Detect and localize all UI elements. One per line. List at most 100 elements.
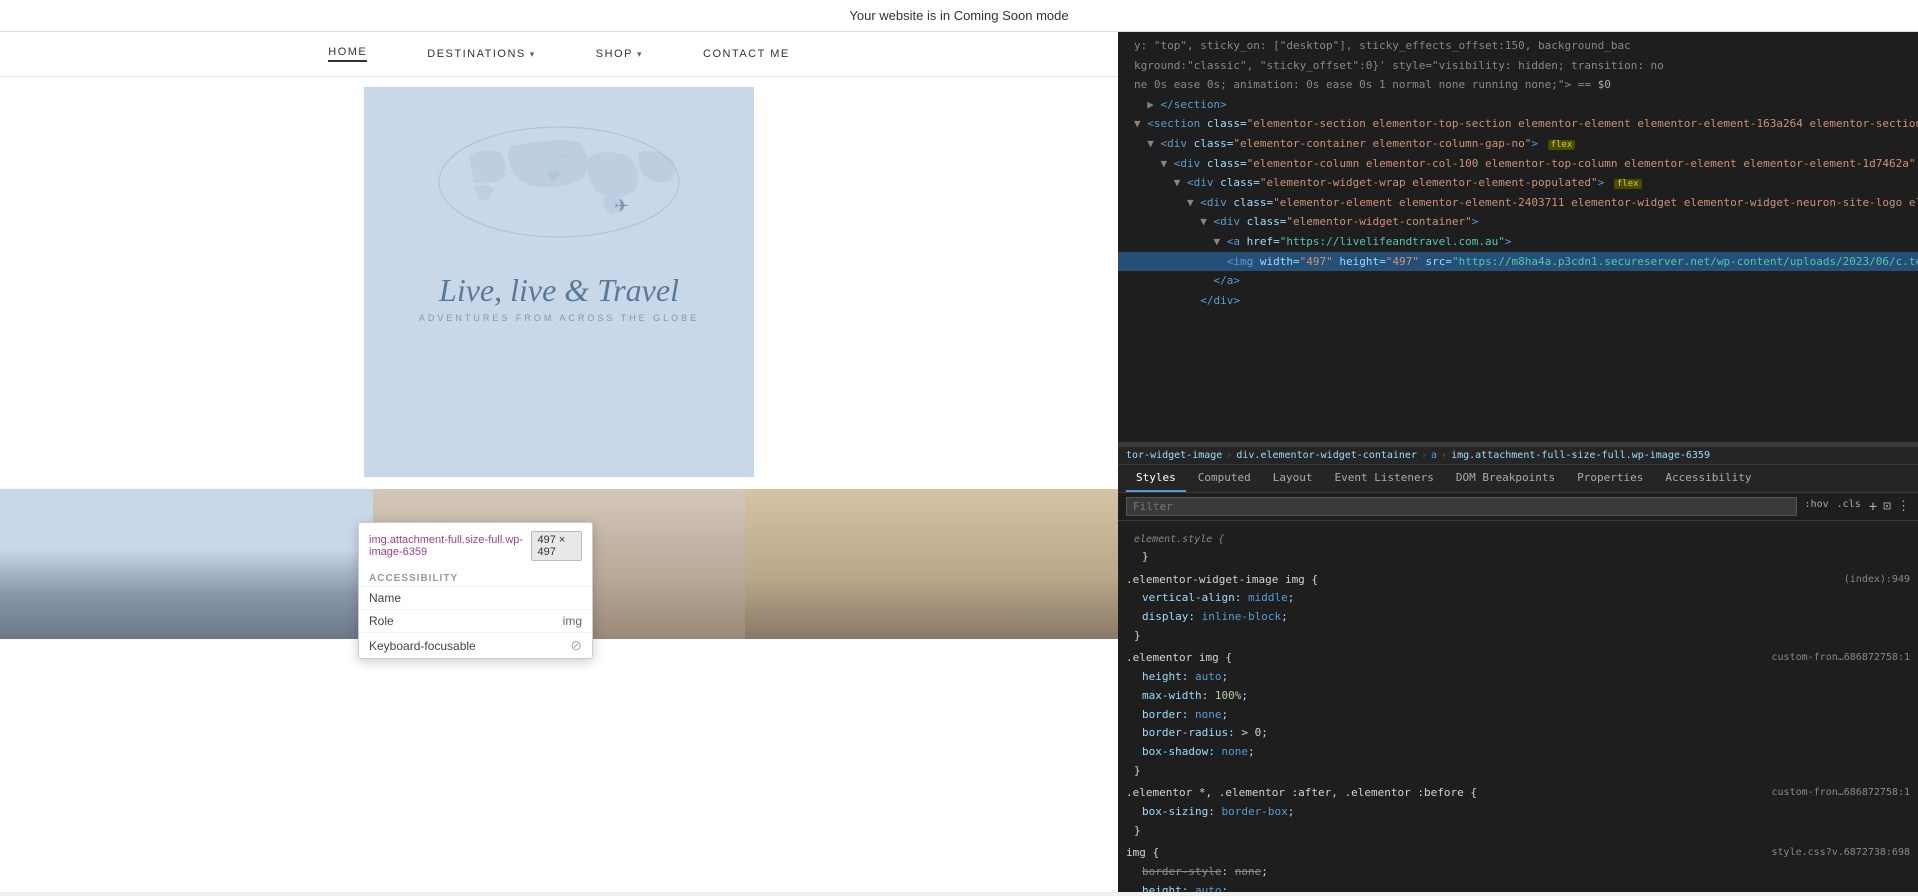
style-prop-box-sizing: box-sizing: border-box; bbox=[1126, 803, 1910, 822]
html-line: kground:"classic", "sticky_offset":0}' s… bbox=[1118, 56, 1918, 76]
html-line: ▶ </section> bbox=[1118, 95, 1918, 115]
bottom-image-right bbox=[745, 489, 1118, 639]
style-source-3: custom-fron…686872758:1 bbox=[1772, 784, 1910, 803]
style-selector-4: img { bbox=[1126, 844, 1159, 863]
style-selector-3: .elementor *, .elementor :after, .elemen… bbox=[1126, 784, 1477, 803]
tab-styles[interactable]: Styles bbox=[1126, 465, 1186, 492]
block-icon: ⊘ bbox=[570, 637, 582, 654]
style-source-2: custom-fron…686872758:1 bbox=[1772, 649, 1910, 668]
breadcrumb-img[interactable]: img.attachment-full-size-full.wp-image-6… bbox=[1451, 450, 1710, 461]
devtools-breadcrumb: tor-widget-image › div.elementor-widget-… bbox=[1118, 446, 1918, 464]
style-rule-widget-image: .elementor-widget-image img { (index):94… bbox=[1118, 569, 1918, 648]
html-line: ne 0s ease 0s; animation: 0s ease 0s 1 n… bbox=[1118, 75, 1918, 95]
style-selector-1: .elementor-widget-image img { bbox=[1126, 571, 1318, 590]
tab-computed[interactable]: Computed bbox=[1188, 465, 1261, 492]
element-style-close: } bbox=[1126, 548, 1910, 567]
element-style-label: element.style { bbox=[1126, 527, 1910, 548]
tab-event-listeners[interactable]: Event Listeners bbox=[1324, 465, 1443, 492]
devtools-filter-bar: :hov .cls + ⊡ ⋮ bbox=[1118, 493, 1918, 521]
tooltip-role-value: img bbox=[563, 614, 582, 628]
cls-label[interactable]: .cls bbox=[1837, 499, 1861, 515]
filter-input[interactable] bbox=[1126, 497, 1797, 516]
html-line: </div> bbox=[1118, 291, 1918, 311]
chevron-down-icon-2: ▾ bbox=[637, 49, 643, 60]
breadcrumb-widget[interactable]: tor-widget-image bbox=[1126, 450, 1222, 461]
html-line: </a> bbox=[1118, 271, 1918, 291]
nav-destinations-label: DESTINATIONS bbox=[427, 48, 525, 60]
copy-style-icon[interactable]: ⊡ bbox=[1883, 499, 1891, 515]
style-prop-height2: height: auto; bbox=[1126, 882, 1910, 892]
element-style-rule: element.style { } bbox=[1118, 525, 1918, 569]
style-source-1: (index):949 bbox=[1844, 571, 1910, 590]
style-rule-elementor-img: .elementor img { custom-fron…686872758:1… bbox=[1118, 647, 1918, 782]
hero-logo-text: Live, live & Travel bbox=[439, 272, 679, 309]
tooltip-keyboard-label: Keyboard-focusable bbox=[369, 639, 476, 653]
bottom-image-left bbox=[0, 489, 373, 639]
style-selector-2: .elementor img { bbox=[1126, 649, 1232, 668]
tooltip-accessibility-title: ACCESSIBILITY bbox=[359, 569, 592, 586]
devtools-styles-area: element.style { } .elementor-widget-imag… bbox=[1118, 521, 1918, 892]
style-source-4: style.css?v.6872738:698 bbox=[1772, 844, 1910, 863]
nav-home-label: HOME bbox=[328, 46, 367, 58]
tab-dom-breakpoints[interactable]: DOM Breakpoints bbox=[1446, 465, 1565, 492]
tooltip-name-label: Name bbox=[369, 591, 401, 605]
site-preview: HOME DESTINATIONS ▾ SHOP ▾ CONTACT ME bbox=[0, 32, 1118, 892]
style-prop-vertical-align: vertical-align: middle; bbox=[1126, 589, 1910, 608]
tooltip-row-name: Name bbox=[359, 586, 592, 609]
tab-layout[interactable]: Layout bbox=[1263, 465, 1323, 492]
site-nav: HOME DESTINATIONS ▾ SHOP ▾ CONTACT ME bbox=[0, 32, 1118, 77]
style-prop-height: height: auto; bbox=[1126, 668, 1910, 687]
more-style-icon[interactable]: ⋮ bbox=[1897, 499, 1910, 515]
breadcrumb-container[interactable]: div.elementor-widget-container bbox=[1236, 450, 1417, 461]
devtools-panel: y: "top", sticky_on: ["desktop"], sticky… bbox=[1118, 32, 1918, 892]
tab-accessibility[interactable]: Accessibility bbox=[1655, 465, 1761, 492]
tab-properties[interactable]: Properties bbox=[1567, 465, 1653, 492]
style-prop-border-radius: border-radius: > 0; bbox=[1126, 724, 1910, 743]
html-line: ▼ <div class="elementor-widget-container… bbox=[1118, 212, 1918, 232]
tooltip-role-label: Role bbox=[369, 614, 394, 628]
html-line: ▼ <div class="elementor-column elementor… bbox=[1118, 154, 1918, 174]
nav-item-destinations[interactable]: DESTINATIONS ▾ bbox=[427, 48, 536, 60]
html-line: ▼ <div class="elementor-element elemento… bbox=[1118, 193, 1918, 213]
top-bar: Your website is in Coming Soon mode bbox=[0, 0, 1918, 32]
html-source-area: y: "top", sticky_on: ["desktop"], sticky… bbox=[1118, 32, 1918, 442]
html-line: ▼ <section class="elementor-section elem… bbox=[1118, 114, 1918, 134]
breadcrumb-a[interactable]: a bbox=[1431, 450, 1437, 461]
tooltip-class-text: img.attachment-full.size-full.wp-image-6… bbox=[369, 534, 531, 558]
style-prop-max-width: max-width: 100%; bbox=[1126, 687, 1910, 706]
nav-item-shop[interactable]: SHOP ▾ bbox=[596, 48, 643, 60]
style-prop-border-style: border-style: none; bbox=[1126, 863, 1910, 882]
tooltip-size-badge: 497 × 497 bbox=[531, 531, 583, 561]
plane-icon: ✈ bbox=[614, 196, 629, 217]
html-line: ▼ <a href="https://livelifeandtravel.com… bbox=[1118, 232, 1918, 252]
nav-item-home[interactable]: HOME bbox=[328, 46, 367, 62]
nav-item-contact[interactable]: CONTACT ME bbox=[703, 48, 790, 60]
tooltip-row-role: Role img bbox=[359, 609, 592, 632]
hover-cls-buttons: :hov .cls + ⊡ ⋮ bbox=[1805, 499, 1910, 515]
add-style-icon[interactable]: + bbox=[1869, 499, 1877, 515]
html-line-selected: <img width="497" height="497" src="https… bbox=[1118, 252, 1918, 272]
snowy-house-image bbox=[0, 489, 373, 639]
tooltip-row-keyboard: Keyboard-focusable ⊘ bbox=[359, 632, 592, 658]
style-rule-img: img { style.css?v.6872738:698 border-sty… bbox=[1118, 842, 1918, 892]
hero-tagline: ADVENTURES FROM ACROSS THE GLOBE bbox=[419, 313, 699, 323]
hero-section: ✈ Live, live & Travel ADVENTURES FROM AC… bbox=[0, 77, 1118, 487]
hov-label[interactable]: :hov bbox=[1805, 499, 1829, 515]
style-rule-elementor-all: .elementor *, .elementor :after, .elemen… bbox=[1118, 782, 1918, 842]
html-line: y: "top", sticky_on: ["desktop"], sticky… bbox=[1118, 36, 1918, 56]
html-line: ▼ <div class="elementor-widget-wrap elem… bbox=[1118, 173, 1918, 193]
nav-contact-label: CONTACT ME bbox=[703, 48, 790, 60]
nav-shop-label: SHOP bbox=[596, 48, 633, 60]
hero-image: ✈ Live, live & Travel ADVENTURES FROM AC… bbox=[364, 87, 754, 477]
world-map-icon bbox=[429, 117, 689, 247]
style-prop-box-shadow: box-shadow: none; bbox=[1126, 743, 1910, 762]
style-prop-border: border: none; bbox=[1126, 706, 1910, 725]
tooltip-header: img.attachment-full.size-full.wp-image-6… bbox=[359, 523, 592, 569]
top-bar-message: Your website is in Coming Soon mode bbox=[849, 8, 1068, 23]
person-with-hat-image bbox=[745, 489, 1118, 639]
chevron-down-icon: ▾ bbox=[530, 49, 536, 60]
html-line: ▼ <div class="elementor-container elemen… bbox=[1118, 134, 1918, 154]
tooltip-popup: img.attachment-full.size-full.wp-image-6… bbox=[358, 522, 593, 659]
style-prop-display: display: inline-block; bbox=[1126, 608, 1910, 627]
devtools-tabs-bar: Styles Computed Layout Event Listeners D… bbox=[1118, 464, 1918, 493]
